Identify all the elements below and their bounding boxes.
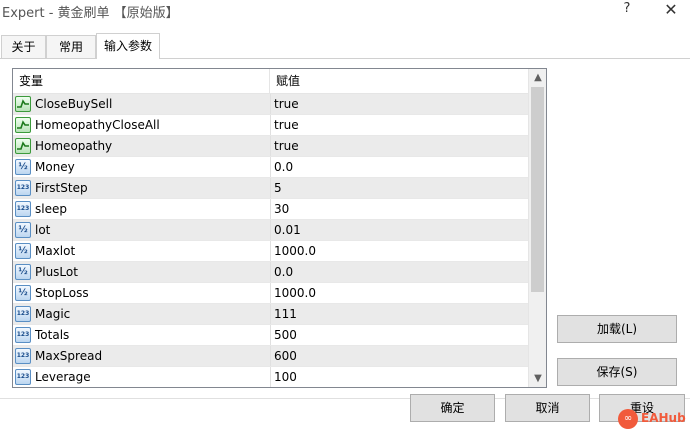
table-row[interactable]: 123 Totals 500 — [13, 325, 528, 346]
param-value-cell[interactable]: 0.0 — [270, 262, 528, 282]
param-value-cell[interactable]: 0.01 — [270, 220, 528, 240]
param-name: Money — [35, 160, 75, 174]
param-value-cell[interactable]: 0.0 — [270, 157, 528, 177]
param-name-cell[interactable]: CloseBuySell — [13, 94, 269, 114]
scrollbar-thumb[interactable] — [531, 87, 544, 292]
param-name-cell[interactable]: HomeopathyCloseAll — [13, 115, 269, 135]
param-value-cell[interactable]: 5 — [270, 178, 528, 198]
table-row[interactable]: 123 FirstStep 5 — [13, 178, 528, 199]
title-bar: Expert - 黄金刷单 【原始版】 ? ✕ — [0, 0, 690, 22]
tab-bar: 关于 常用 输入参数 — [0, 33, 690, 59]
param-name-cell[interactable]: ½ PlusLot — [13, 262, 269, 282]
eahub-watermark: ∞ EAHub — [618, 409, 690, 429]
param-name-cell[interactable]: Homeopathy — [13, 136, 269, 156]
int-param-icon: 123 — [15, 201, 31, 217]
table-row[interactable]: ½ Money 0.0 — [13, 157, 528, 178]
param-value-cell[interactable]: 600 — [270, 346, 528, 366]
scroll-down-icon[interactable]: ▼ — [529, 370, 546, 387]
param-name: Totals — [35, 328, 70, 342]
param-name-cell[interactable]: ½ Maxlot — [13, 241, 269, 261]
param-name: sleep — [35, 202, 67, 216]
param-name: Magic — [35, 307, 71, 321]
param-value-cell[interactable]: 111 — [270, 304, 528, 324]
cancel-button[interactable]: 取消 — [505, 394, 590, 422]
int-param-icon: 123 — [15, 327, 31, 343]
param-name: Homeopathy — [35, 139, 113, 153]
param-value-cell[interactable]: true — [270, 136, 528, 156]
param-name: HomeopathyCloseAll — [35, 118, 160, 132]
help-button[interactable]: ? — [618, 1, 636, 19]
int-param-icon: 123 — [15, 369, 31, 385]
column-header-value[interactable]: 赋值 — [270, 69, 528, 94]
param-name-cell[interactable]: 123 MaxSpread — [13, 346, 269, 366]
table-row[interactable]: CloseBuySell true — [13, 94, 528, 115]
param-name-cell[interactable]: 123 Magic — [13, 304, 269, 324]
param-name-cell[interactable]: ½ StopLoss — [13, 283, 269, 303]
bool-param-icon — [15, 138, 31, 154]
table-row[interactable]: HomeopathyCloseAll true — [13, 115, 528, 136]
save-button[interactable]: 保存(S) — [557, 358, 677, 386]
ok-button[interactable]: 确定 — [410, 394, 495, 422]
table-row[interactable]: ½ Maxlot 1000.0 — [13, 241, 528, 262]
table-row[interactable]: Homeopathy true — [13, 136, 528, 157]
load-button[interactable]: 加载(L) — [557, 315, 677, 343]
param-value-cell[interactable]: 500 — [270, 325, 528, 345]
window-title: Expert - 黄金刷单 【原始版】 — [2, 6, 179, 21]
tab-about[interactable]: 关于 — [1, 35, 46, 59]
double-param-icon: ½ — [15, 285, 31, 301]
eahub-logo-icon: ∞ — [618, 409, 638, 429]
table-row[interactable]: ½ lot 0.01 — [13, 220, 528, 241]
int-param-icon: 123 — [15, 306, 31, 322]
param-value-cell[interactable]: 1000.0 — [270, 283, 528, 303]
scroll-up-icon[interactable]: ▲ — [529, 69, 546, 86]
table-row[interactable]: 123 MaxSpread 600 — [13, 346, 528, 367]
param-name-cell[interactable]: ½ Money — [13, 157, 269, 177]
param-name: Leverage — [35, 370, 91, 384]
watermark-text: EAHub — [641, 411, 686, 425]
param-name: CloseBuySell — [35, 97, 113, 111]
double-param-icon: ½ — [15, 159, 31, 175]
param-value-cell[interactable]: true — [270, 115, 528, 135]
vertical-scrollbar[interactable]: ▲ ▼ — [528, 69, 546, 387]
param-value-cell[interactable]: true — [270, 94, 528, 114]
param-name-cell[interactable]: 123 sleep — [13, 199, 269, 219]
table-row[interactable]: 123 Leverage 100 — [13, 367, 528, 387]
table-row[interactable]: ½ StopLoss 1000.0 — [13, 283, 528, 304]
table-row[interactable]: ½ PlusLot 0.0 — [13, 262, 528, 283]
grid-header: 变量 赋值 — [13, 69, 528, 94]
param-name-cell[interactable]: 123 Totals — [13, 325, 269, 345]
int-param-icon: 123 — [15, 348, 31, 364]
param-name: MaxSpread — [35, 349, 103, 363]
param-name-cell[interactable]: 123 FirstStep — [13, 178, 269, 198]
table-row[interactable]: 123 Magic 111 — [13, 304, 528, 325]
bool-param-icon — [15, 96, 31, 112]
double-param-icon: ½ — [15, 264, 31, 280]
double-param-icon: ½ — [15, 222, 31, 238]
double-param-icon: ½ — [15, 243, 31, 259]
close-button[interactable]: ✕ — [660, 0, 682, 20]
int-param-icon: 123 — [15, 180, 31, 196]
param-name: StopLoss — [35, 286, 89, 300]
parameter-grid: 变量 赋值 CloseBuySell true HomeopathyCloseAll… — [12, 68, 547, 388]
param-value-cell[interactable]: 30 — [270, 199, 528, 219]
column-header-variable[interactable]: 变量 — [13, 69, 269, 94]
param-name: Maxlot — [35, 244, 76, 258]
param-name: PlusLot — [35, 265, 78, 279]
param-name: FirstStep — [35, 181, 88, 195]
param-name-cell[interactable]: 123 Leverage — [13, 367, 269, 387]
tab-common[interactable]: 常用 — [46, 35, 96, 59]
param-value-cell[interactable]: 1000.0 — [270, 241, 528, 261]
param-value-cell[interactable]: 100 — [270, 367, 528, 387]
tab-inputs[interactable]: 输入参数 — [96, 33, 160, 59]
bool-param-icon — [15, 117, 31, 133]
param-name-cell[interactable]: ½ lot — [13, 220, 269, 240]
table-row[interactable]: 123 sleep 30 — [13, 199, 528, 220]
param-name: lot — [35, 223, 51, 237]
